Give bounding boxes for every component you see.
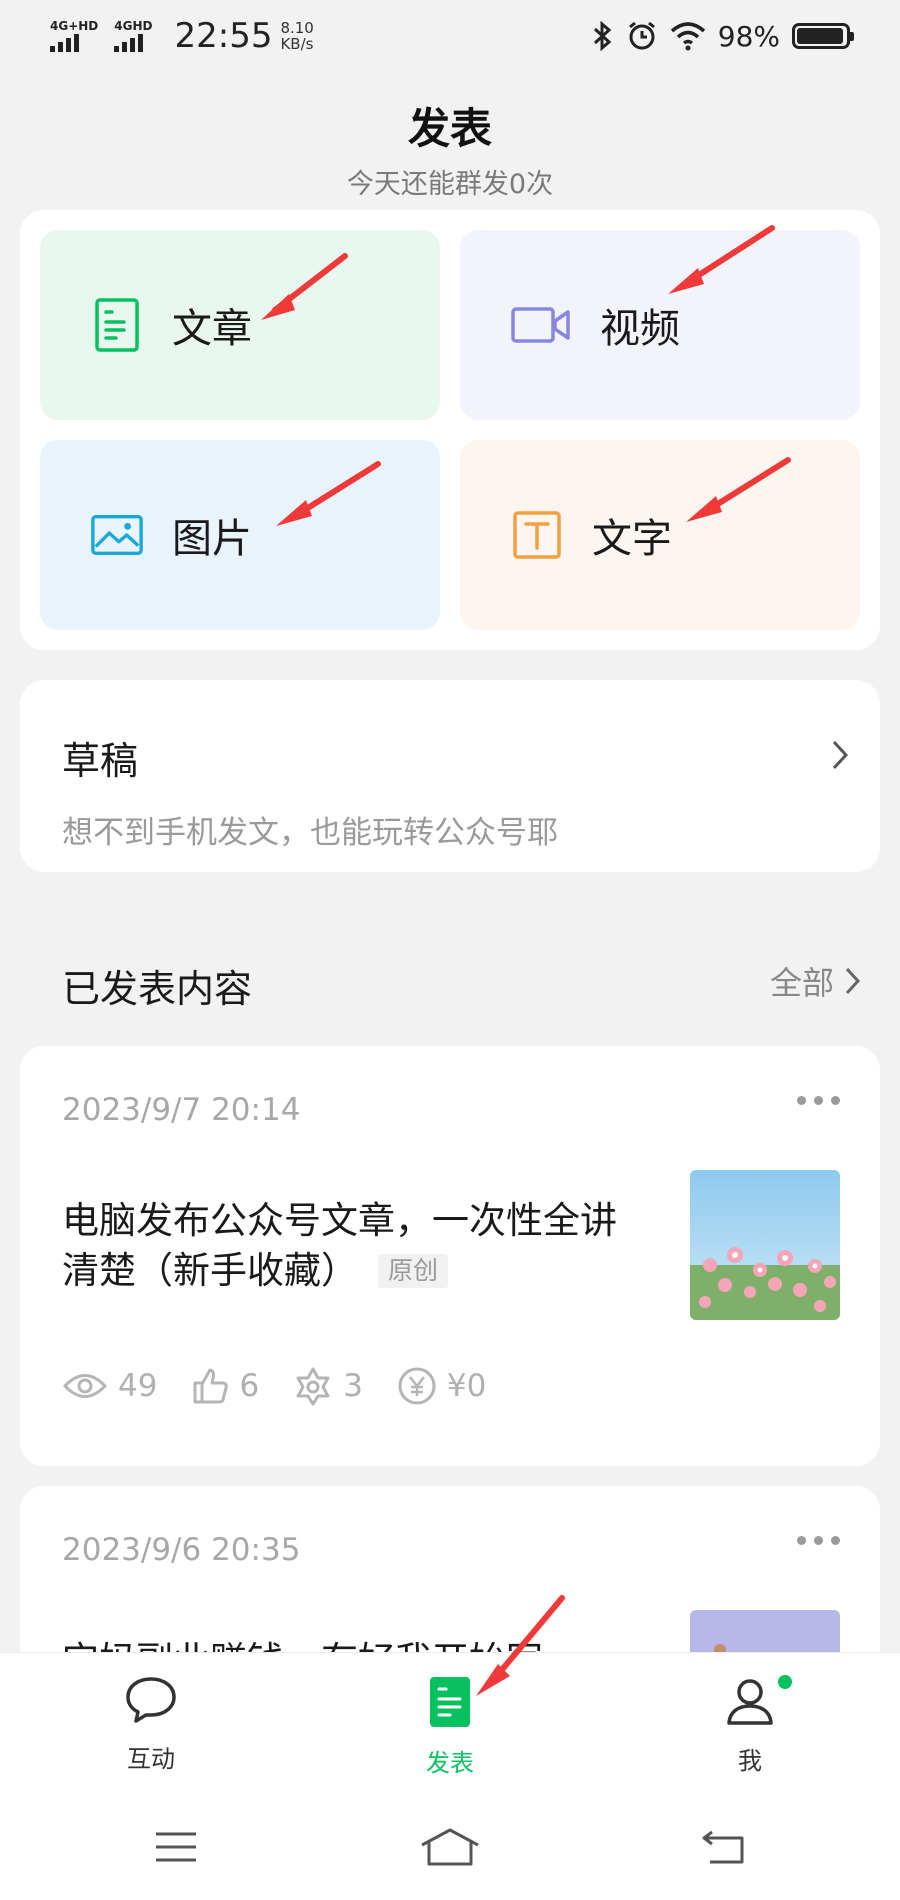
battery-percent: 98% (717, 19, 780, 53)
views-count: 49 (118, 1368, 158, 1404)
drafts-title: 草稿 (62, 739, 139, 783)
post-thumbnail (690, 1170, 840, 1320)
post-stats: 49 6 3 ¥0 (62, 1366, 520, 1406)
view-all-link[interactable]: 全部 (770, 958, 862, 1004)
publish-article-label: 文章 (172, 306, 252, 352)
earnings-amount: ¥0 (446, 1368, 487, 1404)
tab-me[interactable]: 我 (680, 1675, 820, 1776)
bluetooth-icon (593, 20, 612, 52)
views-stat: 49 (62, 1368, 157, 1404)
notification-dot (778, 1675, 792, 1689)
post-title-block: 电脑发布公众号文章，一次性全讲清楚（新手收藏） 原创 (62, 1196, 622, 1296)
publish-image-button[interactable]: 图片 (40, 440, 440, 630)
drafts-card[interactable]: 草稿 想不到手机发文，也能玩转公众号耶 (20, 680, 880, 872)
video-icon (510, 298, 572, 352)
post-title: 电脑发布公众号文章，一次性全讲清楚（新手收藏） (62, 1199, 617, 1292)
user-icon (727, 1679, 773, 1725)
publish-video-button[interactable]: 视频 (460, 230, 860, 420)
network-speed: 8.10 KB/s (280, 20, 313, 52)
post-date: 2023/9/6 20:35 (62, 1532, 301, 1568)
thumbs-up-icon (193, 1368, 229, 1404)
original-badge: 原创 (378, 1254, 449, 1288)
eye-icon (62, 1374, 108, 1398)
publish-text-label: 文字 (592, 516, 672, 562)
shares-stat: 3 (293, 1366, 363, 1406)
page-title: 发表 (407, 104, 492, 153)
publish-options-card: 文章 视频 图片 文字 (20, 210, 880, 650)
back-icon[interactable] (684, 1822, 764, 1872)
more-options-icon[interactable] (797, 1096, 840, 1105)
wifi-icon (670, 22, 705, 51)
post-card[interactable]: 2023/9/7 20:14 电脑发布公众号文章，一次性全讲清楚（新手收藏） 原创… (20, 1046, 880, 1466)
publish-video-label: 视频 (600, 306, 680, 352)
tab-interact-label: 互动 (127, 1745, 175, 1773)
earnings-stat: ¥0 (397, 1366, 486, 1406)
battery-icon (792, 23, 854, 49)
clock: 22:55 (174, 16, 273, 56)
more-options-icon[interactable] (797, 1536, 840, 1545)
likes-count: 6 (239, 1368, 260, 1404)
publish-article-button[interactable]: 文章 (40, 230, 440, 420)
alarm-icon (628, 21, 655, 50)
text-icon (510, 508, 564, 562)
page-header: 发表 今天还能群发0次 (0, 95, 900, 201)
shares-count: 3 (343, 1368, 363, 1404)
system-nav-bar (0, 1792, 900, 1900)
tab-publish-label: 发表 (426, 1749, 474, 1777)
tab-me-label: 我 (738, 1747, 762, 1775)
post-date: 2023/9/7 20:14 (62, 1092, 301, 1128)
article-icon (90, 298, 144, 352)
published-section-title: 已发表内容 (62, 967, 253, 1011)
publish-image-label: 图片 (172, 516, 252, 562)
home-icon[interactable] (410, 1822, 490, 1872)
tab-interact[interactable]: 互动 (81, 1675, 221, 1774)
sim2-label: 4GHD (114, 19, 153, 33)
tab-bar: 互动 发表 我 (0, 1652, 900, 1792)
signal-sim1-icon: 4G+HD (50, 20, 98, 52)
page-subtitle: 今天还能群发0次 (346, 169, 554, 200)
chevron-right-icon (845, 967, 861, 995)
chevron-right-icon (832, 740, 849, 770)
tab-publish[interactable]: 发表 (380, 1675, 520, 1778)
drafts-description: 想不到手机发文，也能玩转公众号耶 (62, 815, 558, 851)
share-star-icon (296, 1367, 330, 1406)
status-bar: 4G+HD 4GHD 22:55 8.10 KB/s 98% (0, 0, 900, 72)
menu-icon[interactable] (136, 1822, 216, 1872)
chat-bubble-icon (126, 1677, 176, 1723)
sim1-label: 4G+HD (50, 19, 99, 33)
speed-unit: KB/s (280, 35, 314, 53)
signal-sim2-icon: 4GHD (114, 20, 152, 52)
yuan-coin-icon (398, 1367, 436, 1405)
view-all-label: 全部 (769, 964, 834, 1002)
likes-stat: 6 (191, 1367, 259, 1405)
image-icon (90, 508, 144, 562)
document-icon (430, 1677, 470, 1727)
publish-text-button[interactable]: 文字 (460, 440, 860, 630)
